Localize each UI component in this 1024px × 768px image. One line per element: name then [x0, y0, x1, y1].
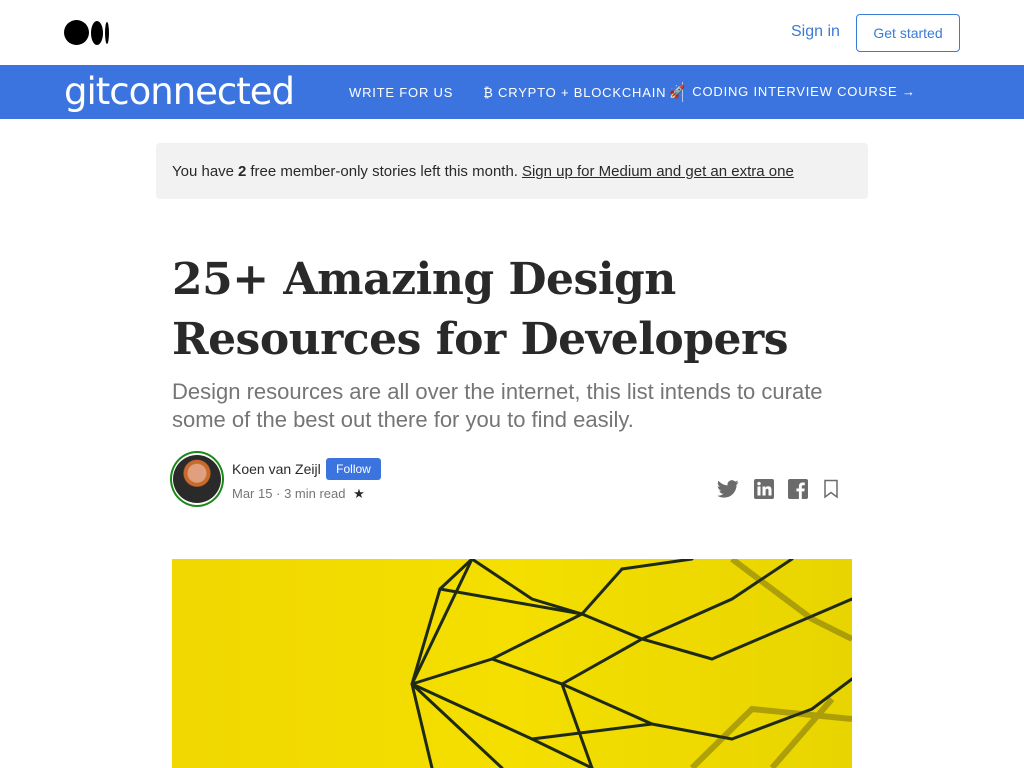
- article-title: 25+ Amazing Design Resources for Develop…: [172, 254, 789, 365]
- wire-geometry-illustration: [410, 559, 852, 768]
- member-stories-banner: You have 2 free member-only stories left…: [156, 143, 868, 199]
- nav-coding-interview-label: CODING INTERVIEW COURSE →: [692, 84, 916, 99]
- sign-in-link[interactable]: Sign in: [791, 23, 840, 41]
- avatar-image: [173, 455, 221, 503]
- twitter-icon[interactable]: [716, 478, 740, 500]
- banner-prefix: You have: [172, 162, 235, 180]
- read-time: 3 min read: [284, 486, 346, 501]
- signup-link[interactable]: Sign up for Medium and get an extra one: [522, 163, 794, 180]
- rocket-icon: 🚀: [669, 84, 687, 99]
- article-subtitle: Design resources are all over the intern…: [172, 379, 823, 432]
- publication-bar: gitconnected WRITE FOR US ₿ CRYPTO + BLO…: [0, 65, 1024, 119]
- banner-count: 2: [238, 162, 247, 180]
- article-meta: Mar 15 · 3 min read ★: [232, 486, 365, 502]
- hero-image: [172, 559, 852, 768]
- member-star-icon: ★: [353, 486, 365, 501]
- logo-circle-small: [105, 21, 109, 44]
- author-name[interactable]: Koen van Zeijl: [232, 461, 321, 477]
- nav-coding-interview-course[interactable]: 🚀 CODING INTERVIEW COURSE →: [669, 84, 915, 100]
- publication-logo[interactable]: gitconnected: [64, 71, 295, 113]
- nav-write-for-us[interactable]: WRITE FOR US: [349, 85, 453, 100]
- nav-crypto-blockchain[interactable]: ₿ CRYPTO + BLOCKCHAIN: [483, 85, 666, 100]
- facebook-icon[interactable]: [787, 478, 809, 500]
- logo-circle-large: [64, 20, 89, 45]
- meta-separator: ·: [276, 486, 281, 501]
- logo-circle-medium: [91, 20, 103, 45]
- linkedin-icon[interactable]: [753, 478, 775, 500]
- follow-button[interactable]: Follow: [326, 458, 381, 480]
- medium-logo-icon[interactable]: [64, 20, 110, 45]
- bookmark-icon[interactable]: [822, 478, 840, 500]
- banner-suffix: free member-only stories left this month…: [250, 162, 518, 180]
- publish-date: Mar 15: [232, 486, 273, 501]
- publication-nav: WRITE FOR US ₿ CRYPTO + BLOCKCHAIN 🚀 CODI…: [349, 65, 916, 119]
- top-bar: Sign in Get started: [0, 0, 1024, 65]
- get-started-button[interactable]: Get started: [856, 14, 960, 52]
- author-avatar[interactable]: [170, 451, 224, 507]
